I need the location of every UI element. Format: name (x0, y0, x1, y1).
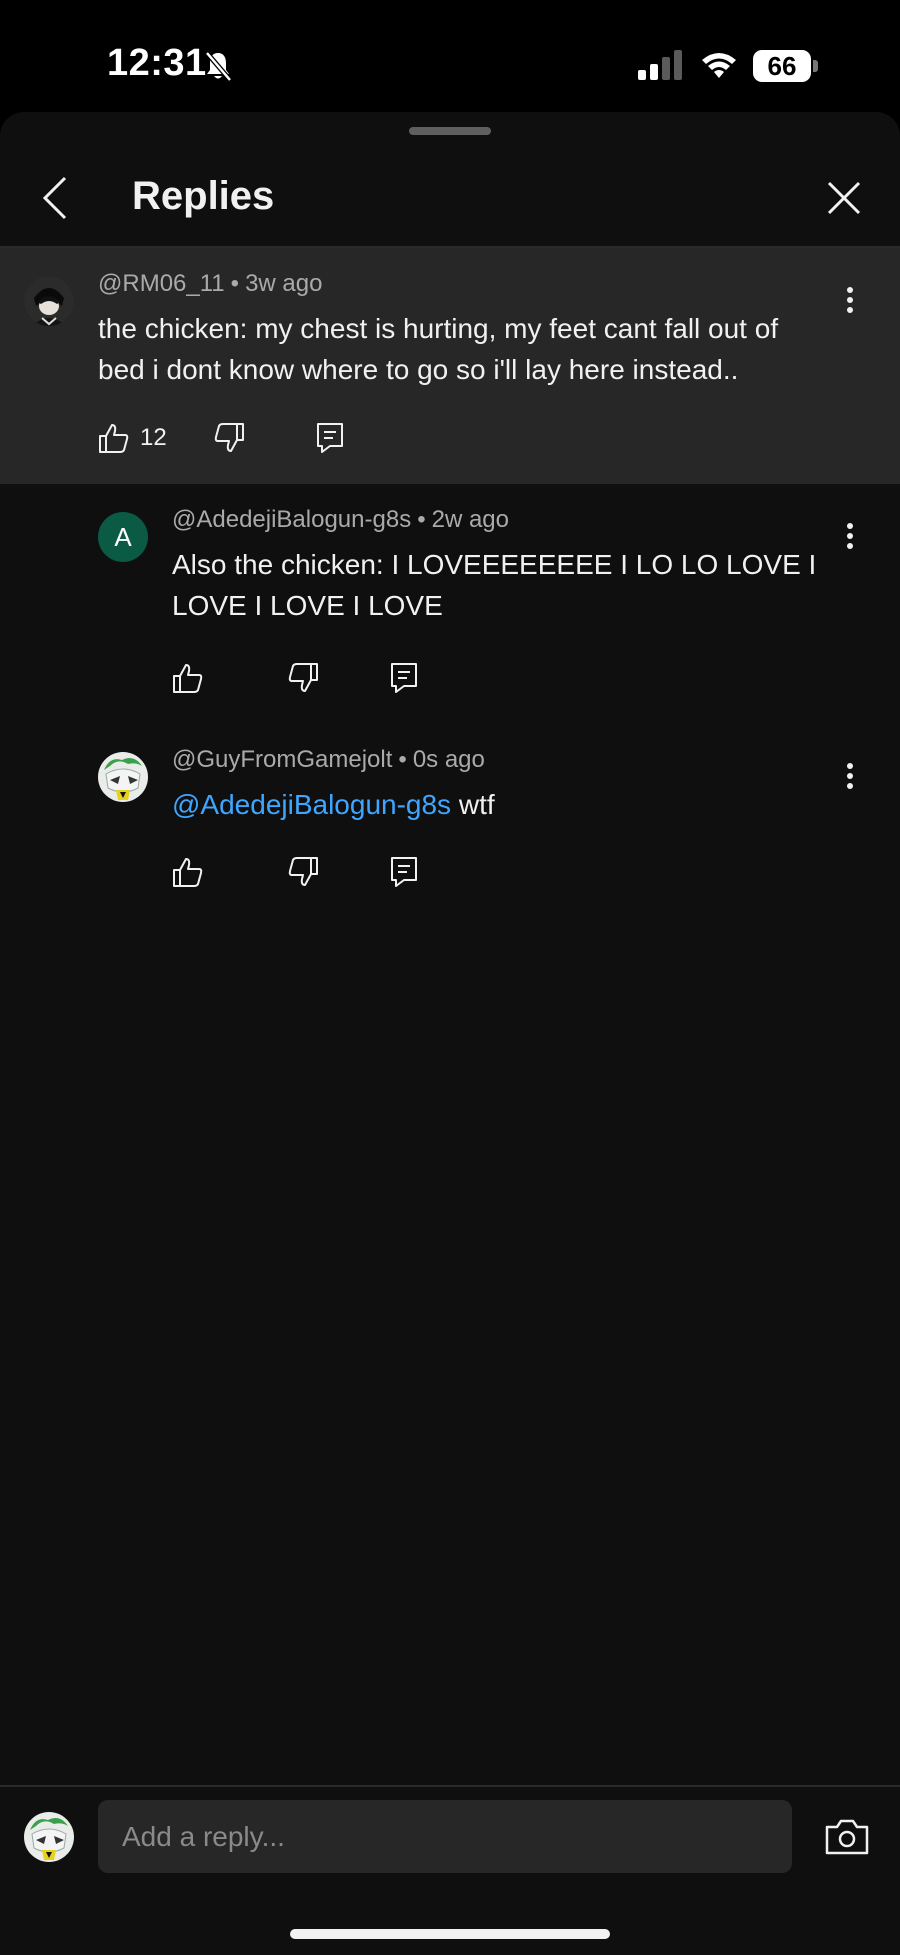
reply-icon (391, 857, 417, 887)
thumbs-down-icon (288, 663, 318, 692)
comment-text: the chicken: my chest is hurting, my fee… (98, 313, 779, 385)
like-button[interactable] (172, 852, 204, 892)
thumbs-down-icon (288, 857, 318, 886)
more-vert-icon (847, 287, 853, 313)
drag-handle[interactable] (409, 127, 491, 135)
dislike-button[interactable] (213, 418, 245, 458)
home-indicator[interactable] (290, 1929, 610, 1939)
replies-sheet: Replies @RM06_11 • 3w ago the chicken: m… (0, 112, 900, 1955)
dislike-button[interactable] (287, 852, 319, 892)
thumbs-up-icon (173, 664, 203, 693)
camera-icon (825, 1819, 869, 1855)
meta-separator: • (230, 270, 240, 297)
close-icon (827, 181, 861, 215)
status-time: 12:31 (107, 42, 207, 84)
like-button[interactable] (172, 658, 204, 698)
thumbs-up-icon (99, 424, 129, 453)
reply-icon (391, 663, 417, 693)
thumbs-down-icon (214, 423, 244, 452)
reply-comment: A @AdedejiBalogun-g8s • 2w ago Also the ch… (0, 484, 900, 724)
comment-text-rest: wtf (451, 789, 495, 820)
avatar[interactable] (98, 752, 148, 802)
dislike-button[interactable] (287, 658, 319, 698)
thumbs-up-icon (173, 858, 203, 887)
comment-text: @AdedejiBalogun-g8s wtf (172, 784, 832, 825)
battery-level: 66 (753, 50, 811, 82)
status-bar: 12:31 66 (0, 0, 900, 112)
avatar[interactable] (24, 276, 74, 326)
like-button[interactable] (98, 418, 130, 458)
character-avatar-icon (98, 752, 148, 802)
more-vert-icon (847, 523, 853, 549)
meta-separator: • (398, 746, 407, 773)
parent-comment: @RM06_11 • 3w ago the chicken: my chest is… (0, 248, 900, 484)
user-mention-link[interactable]: @AdedejiBalogun-g8s (172, 789, 451, 820)
comment-text: Also the chicken: I LOVEEEEEEEE I LO LO … (172, 549, 817, 621)
close-button[interactable] (818, 172, 870, 224)
like-count: 12 (140, 424, 167, 451)
wifi-icon (700, 50, 738, 85)
comment-actions: 12 (98, 418, 358, 458)
comment-age: 0s ago (412, 746, 485, 773)
cellular-signal-icon (637, 50, 683, 85)
battery-tip (813, 60, 818, 72)
more-vert-icon (847, 763, 853, 789)
comment-meta: @RM06_11 • 3w ago (98, 270, 322, 298)
avatar[interactable]: A (98, 512, 148, 562)
comment-author[interactable]: @AdedejiBalogun-g8s (172, 506, 411, 533)
back-button[interactable] (30, 172, 82, 224)
camera-button[interactable] (822, 1812, 872, 1862)
reply-bar-divider (0, 1785, 900, 1787)
reply-button[interactable] (316, 418, 344, 458)
comment-actions (172, 852, 432, 892)
page-title: Replies (132, 174, 275, 218)
replies-header: Replies (0, 152, 900, 246)
comment-meta: @AdedejiBalogun-g8s • 2w ago (172, 506, 509, 534)
more-options-button[interactable] (835, 516, 865, 556)
more-options-button[interactable] (835, 756, 865, 796)
reply-button[interactable] (390, 658, 418, 698)
bell-off-icon (203, 50, 233, 87)
reply-button[interactable] (390, 852, 418, 892)
current-user-avatar (24, 1812, 74, 1862)
reply-input[interactable] (98, 1800, 792, 1873)
anime-avatar-icon (24, 276, 74, 326)
comment-author[interactable]: @RM06_11 (98, 270, 225, 297)
comment-actions (172, 658, 432, 698)
reply-icon (317, 423, 343, 453)
reply-comment: @GuyFromGamejolt • 0s ago @AdedejiBalogun-… (0, 724, 900, 924)
comment-author[interactable]: @GuyFromGamejolt (172, 746, 392, 773)
chevron-left-icon (42, 176, 67, 220)
meta-separator: • (417, 506, 426, 533)
character-avatar-icon (24, 1812, 74, 1862)
comment-age: 2w ago (431, 506, 509, 533)
comment-age: 3w ago (245, 270, 323, 297)
more-options-button[interactable] (835, 280, 865, 320)
comment-meta: @GuyFromGamejolt • 0s ago (172, 746, 485, 774)
